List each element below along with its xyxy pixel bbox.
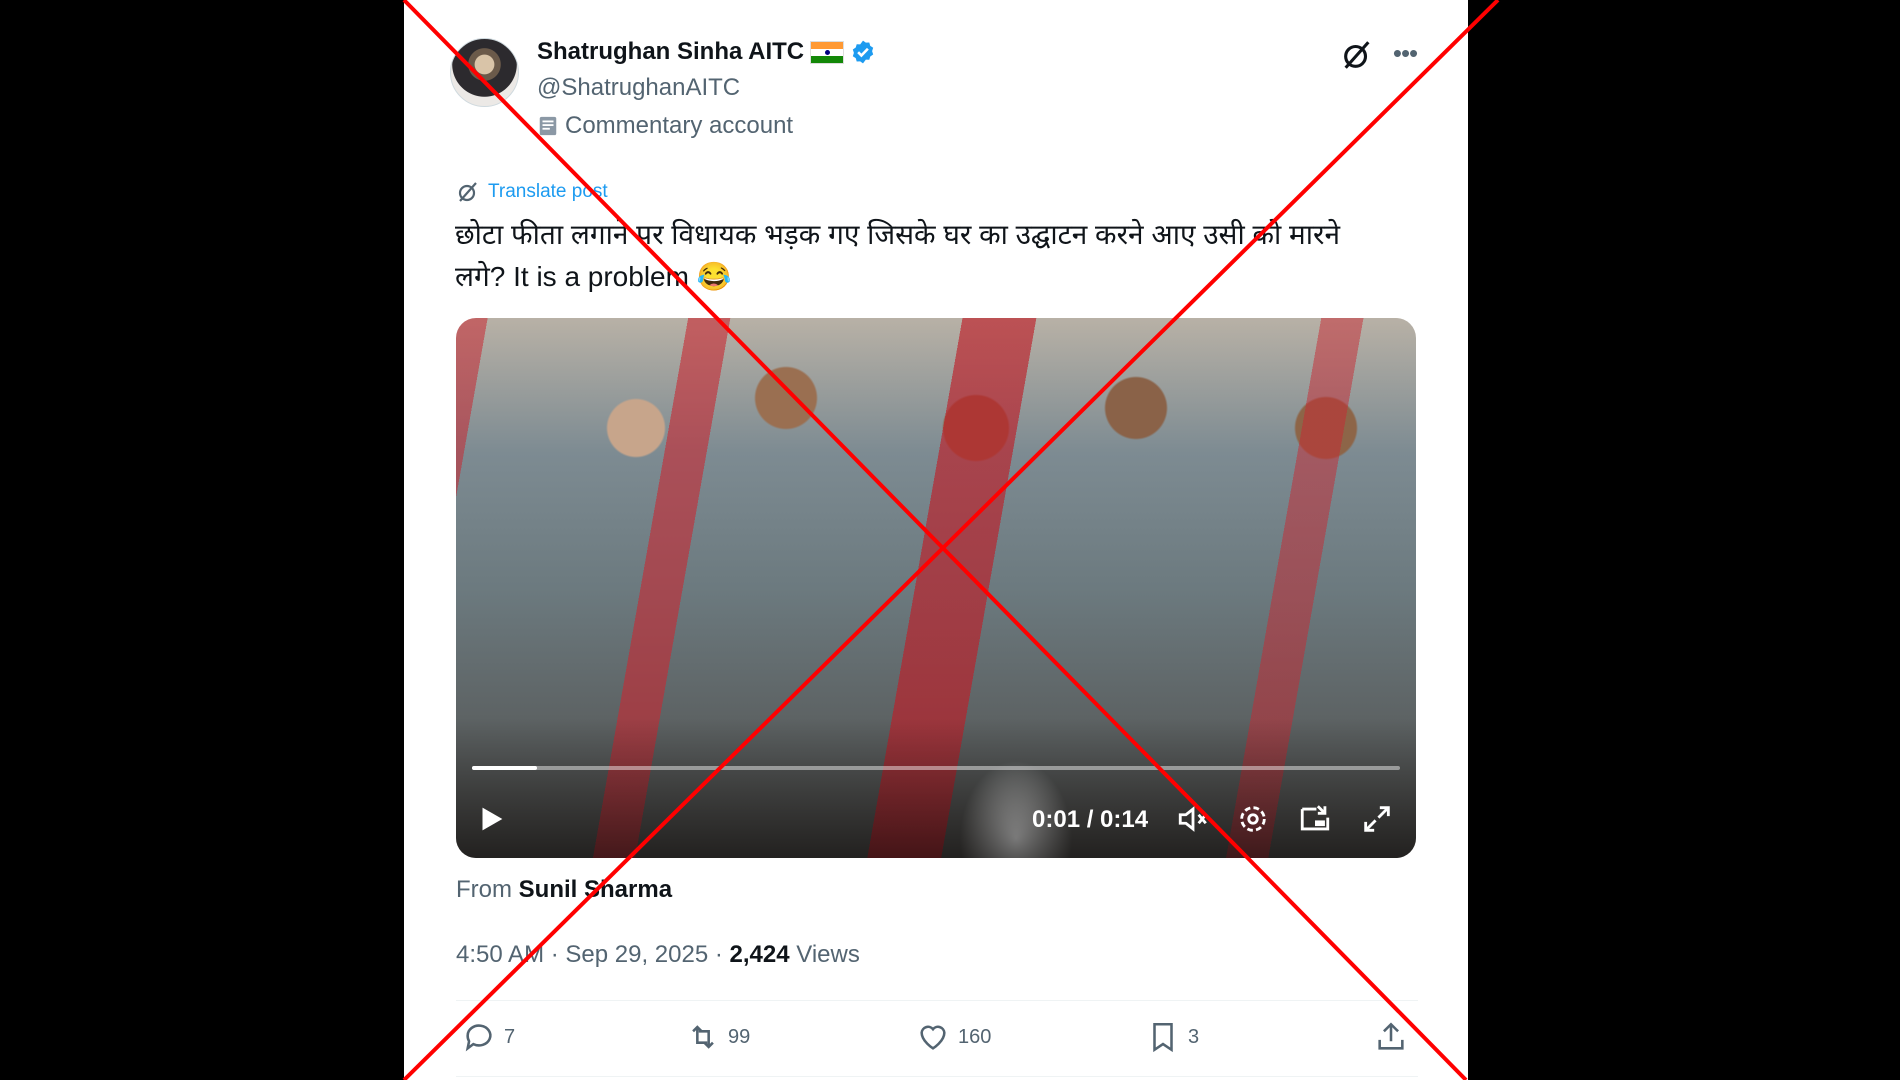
reply-icon <box>465 1024 492 1052</box>
from-label: From <box>456 876 512 903</box>
video-attribution: From Sunil Sharma <box>456 876 672 904</box>
fullscreen-icon[interactable] <box>1360 802 1394 836</box>
author-name-row: Shatrughan Sinha AITC <box>537 38 876 66</box>
translate-post-link[interactable]: Translate post <box>456 180 608 204</box>
author-handle[interactable]: @ShatrughanAITC <box>537 74 740 102</box>
like-icon <box>920 1025 946 1050</box>
translate-post-label: Translate post <box>488 181 608 202</box>
action-bar: 7 99 160 3 <box>456 1016 1418 1066</box>
bookmark-count: 3 <box>1188 1025 1200 1048</box>
reply-button[interactable]: 7 <box>462 1020 515 1054</box>
video-player[interactable]: 0:01 / 0:14 <box>456 318 1416 858</box>
divider <box>456 1000 1418 1001</box>
author-name[interactable]: Shatrughan Sinha AITC <box>537 38 804 66</box>
from-name[interactable]: Sunil Sharma <box>519 876 672 903</box>
settings-icon[interactable] <box>1236 802 1270 836</box>
video-time: 0:01 / 0:14 <box>1032 806 1149 833</box>
play-icon[interactable] <box>474 802 508 836</box>
like-button[interactable]: 160 <box>916 1020 991 1054</box>
pip-icon[interactable] <box>1298 802 1332 836</box>
account-label-text: Commentary account <box>565 112 794 139</box>
share-icon <box>1378 1022 1404 1050</box>
video-progress-fill <box>472 766 537 770</box>
views-count: 2,424 <box>729 941 790 968</box>
reply-count: 7 <box>504 1025 516 1048</box>
repost-count: 99 <box>728 1025 751 1048</box>
post-meta: 4:50 AM · Sep 29, 2025 · 2,424 Views <box>456 941 860 969</box>
grok-icon <box>458 182 477 202</box>
like-count: 160 <box>958 1025 992 1048</box>
repost-button[interactable]: 99 <box>686 1020 750 1054</box>
video-progress-bar[interactable] <box>472 766 1400 770</box>
avatar[interactable] <box>450 38 519 107</box>
more-icon[interactable]: ••• <box>1388 38 1422 72</box>
bookmark-icon <box>1153 1022 1173 1053</box>
commentary-badge-icon <box>539 116 557 136</box>
post-text: छोटा फीता लगाने पर विधायक भड़क गए जिसके … <box>455 219 1341 292</box>
mute-icon[interactable] <box>1176 802 1210 836</box>
india-flag-icon <box>810 40 845 64</box>
post-timestamp[interactable]: 4:50 AM · Sep 29, 2025 · <box>456 941 723 968</box>
verified-icon <box>852 40 874 64</box>
bookmark-button[interactable]: 3 <box>1146 1020 1199 1054</box>
repost-icon <box>692 1025 714 1049</box>
views-label: Views <box>796 941 860 968</box>
share-button[interactable] <box>1374 1020 1408 1054</box>
account-label: Commentary account <box>537 112 793 140</box>
video-controls: 0:01 / 0:14 <box>456 794 1416 844</box>
divider <box>456 1076 1418 1077</box>
grok-icon[interactable] <box>1340 38 1374 72</box>
